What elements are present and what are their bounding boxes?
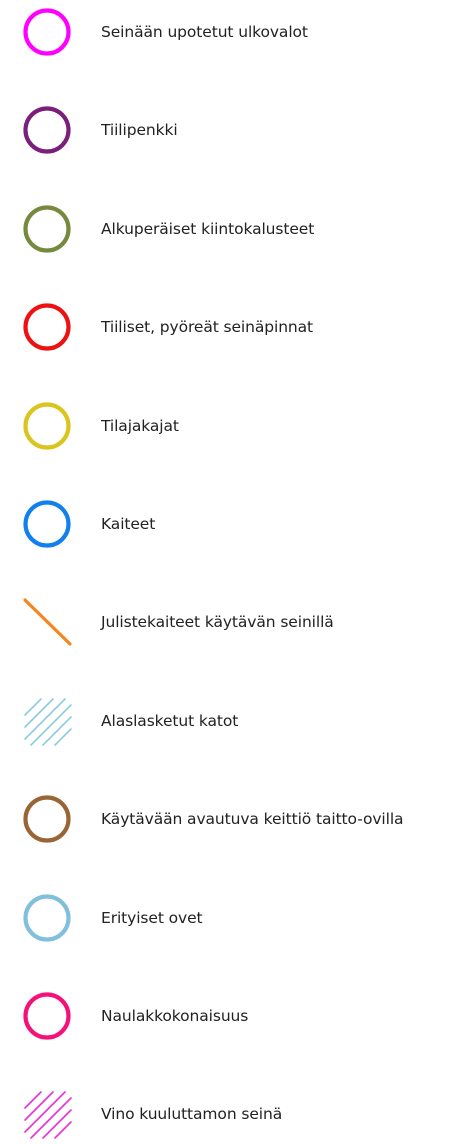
legend-label: Alaslasketut katot xyxy=(101,711,239,730)
legend-item: Kaiteet xyxy=(0,494,468,554)
legend-label: Käytävään avautuva keittiö taitto-ovilla xyxy=(101,810,404,829)
legend-item: Seinään upotetut ulkovalot xyxy=(0,2,468,62)
legend-item: Tiilipenkki xyxy=(0,100,468,160)
legend-label: Naulakkokonaisuus xyxy=(101,1007,249,1025)
legend-item: Tiiliset, pyöreät seinäpinnat xyxy=(0,297,468,357)
legend-label: Erityiset ovet xyxy=(101,908,203,927)
circle-icon xyxy=(23,795,71,843)
hatch-icon xyxy=(24,1091,72,1140)
legend-label: Seinään upotetut ulkovalot xyxy=(101,23,308,41)
circle-icon xyxy=(23,205,71,253)
circle-icon xyxy=(23,893,71,942)
legend-item: Tilajakajat xyxy=(0,396,468,456)
legend-label: Alkuperäiset kiintokalusteet xyxy=(101,219,315,238)
circle-icon xyxy=(23,992,71,1040)
legend-item: Alaslasketut katot xyxy=(0,691,468,751)
circle-icon xyxy=(23,8,71,56)
legend-item: Käytävään avautuva keittiö taitto-ovilla xyxy=(0,789,468,849)
legend-item: Naulakkokonaisuus xyxy=(0,986,468,1046)
legend-label: Tilajakajat xyxy=(101,416,179,435)
legend-label: Tiilipenkki xyxy=(101,121,178,140)
hatch-icon xyxy=(24,697,72,746)
legend-item: Julistekaiteet käytävän seinillä xyxy=(0,592,468,652)
circle-icon xyxy=(23,401,71,450)
circle-icon xyxy=(23,303,71,351)
legend-label: Vino kuuluttamon seinä xyxy=(101,1105,283,1124)
legend-label: Kaiteet xyxy=(101,515,156,533)
diagonal-line-icon xyxy=(23,598,72,646)
legend-item: Alkuperäiset kiintokalusteet xyxy=(0,199,468,259)
legend-label: Tiiliset, pyöreät seinäpinnat xyxy=(101,318,314,337)
legend-item: Erityiset ovet xyxy=(0,888,468,948)
legend-item: Vino kuuluttamon seinä xyxy=(0,1084,468,1144)
circle-icon xyxy=(23,106,71,154)
circle-icon xyxy=(23,500,71,548)
legend-label: Julistekaiteet käytävän seinillä xyxy=(101,613,334,632)
